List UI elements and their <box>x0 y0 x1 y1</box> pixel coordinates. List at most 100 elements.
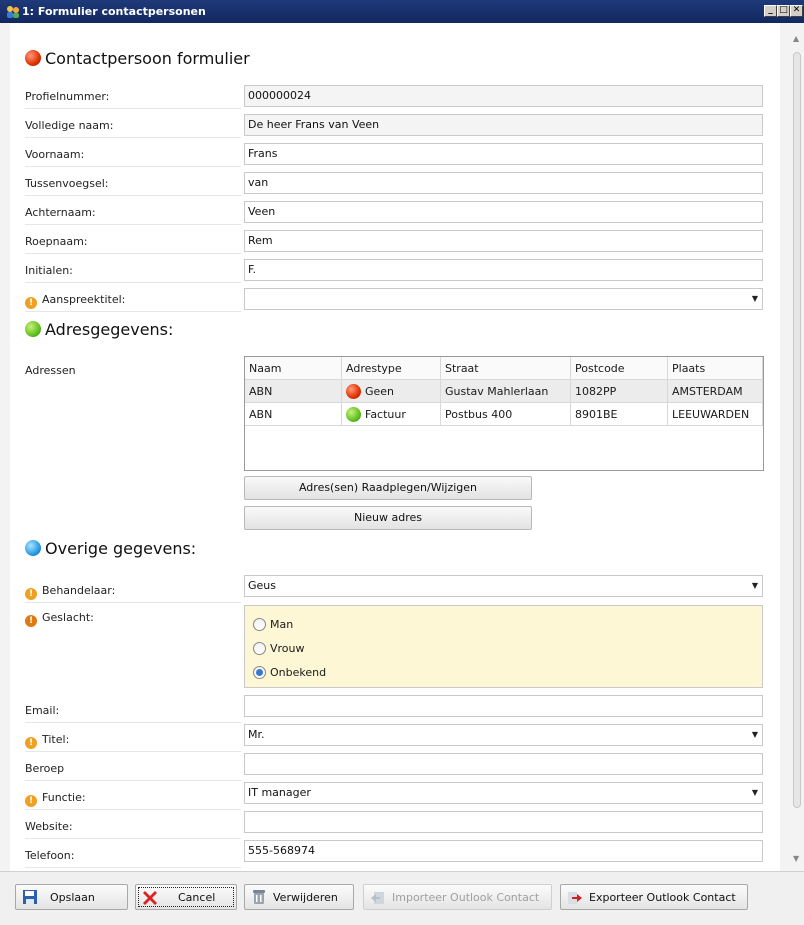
achternaam-input[interactable]: Veen <box>244 201 763 223</box>
maximize-button[interactable]: □ <box>777 5 790 17</box>
roepnaam-input[interactable]: Rem <box>244 230 763 252</box>
radio-button[interactable] <box>253 641 266 655</box>
red-x-icon <box>143 891 157 905</box>
chevron-down-icon[interactable]: ▼ <box>752 783 758 803</box>
radio-button-selected[interactable] <box>253 665 266 679</box>
column-header[interactable]: Straat <box>440 357 571 380</box>
green-status-icon <box>346 406 361 422</box>
export-outlook-label: Exporteer Outlook Contact <box>589 890 736 904</box>
table-cell: Geen <box>341 379 441 403</box>
warning-icon: ! <box>25 795 37 807</box>
behandelaar-select[interactable]: Geus ▼ <box>244 575 763 597</box>
table-row[interactable]: ABN Factuur Postbus 400 8901BE LEEUWARDE… <box>245 402 763 426</box>
titel-value: Mr. <box>248 728 265 741</box>
voornaam-input[interactable]: Frans <box>244 143 763 165</box>
label-geslacht-text: Geslacht: <box>42 611 94 624</box>
trash-bin-icon <box>253 890 265 904</box>
telefoon-input[interactable]: 555-568974 <box>244 840 763 862</box>
delete-button[interactable]: Verwijderen <box>244 884 354 910</box>
warning-icon: ! <box>25 297 37 309</box>
warning-icon: ! <box>25 588 37 600</box>
label-website: Website: <box>25 816 241 839</box>
adrestype-text: Factuur <box>365 407 406 421</box>
radio-label: Vrouw <box>270 641 305 655</box>
close-button[interactable]: ✕ <box>790 5 803 17</box>
label-volledige-naam: Volledige naam: <box>25 115 241 138</box>
label-aanspreektitel-text: Aanspreektitel: <box>42 293 126 306</box>
radio-option-man[interactable]: Man <box>253 616 293 632</box>
export-outlook-button[interactable]: Exporteer Outlook Contact <box>560 884 748 910</box>
section-address-title: Adresgegevens: <box>45 319 174 339</box>
column-header[interactable]: Adrestype <box>341 357 441 380</box>
gender-radio-group: Man Vrouw Onbekend <box>244 605 763 688</box>
form-content: Contactpersoon formulier Profielnummer: … <box>10 23 780 871</box>
radio-label: Onbekend <box>270 665 327 679</box>
addresses-grid[interactable]: Naam Adrestype Straat Postcode Plaats AB… <box>244 356 764 471</box>
floppy-disk-icon <box>23 890 37 904</box>
email-input[interactable] <box>244 695 763 717</box>
label-behandelaar-text: Behandelaar: <box>42 584 116 597</box>
column-header[interactable]: Naam <box>245 357 342 380</box>
label-achternaam: Achternaam: <box>25 202 241 225</box>
table-row[interactable]: ABN Geen Gustav Mahlerlaan 1082PP AMSTER… <box>245 379 763 403</box>
save-button[interactable]: Opslaan <box>15 884 128 910</box>
titel-select[interactable]: Mr. ▼ <box>244 724 763 746</box>
table-cell: 1082PP <box>570 379 668 403</box>
radio-option-onbekend[interactable]: Onbekend <box>253 664 326 680</box>
section-other-title: Overige gegevens: <box>45 538 197 558</box>
label-beroep: Beroep <box>25 758 241 781</box>
chevron-down-icon[interactable]: ▼ <box>752 725 758 745</box>
section-other-header: Overige gegevens: <box>25 537 196 559</box>
footer-toolbar: Opslaan Cancel Verwijderen Importeer Out… <box>0 871 804 925</box>
view-addresses-button[interactable]: Adres(sen) Raadplegen/Wijzigen <box>244 476 532 500</box>
table-cell: 8901BE <box>570 402 668 426</box>
functie-select[interactable]: IT manager ▼ <box>244 782 763 804</box>
label-functie-text: Functie: <box>42 791 86 804</box>
beroep-input[interactable] <box>244 753 763 775</box>
chevron-down-icon[interactable]: ▼ <box>752 289 758 309</box>
table-cell: ABN <box>245 402 342 426</box>
profielnummer-field[interactable]: 000000024 <box>244 85 763 107</box>
volledige-naam-field[interactable]: De heer Frans van Veen <box>244 114 763 136</box>
import-outlook-label: Importeer Outlook Contact <box>392 890 540 904</box>
chevron-down-icon[interactable]: ▼ <box>752 576 758 596</box>
label-voornaam: Voornaam: <box>25 144 241 167</box>
minimize-button[interactable]: _ <box>764 5 777 17</box>
website-input[interactable] <box>244 811 763 833</box>
save-button-label: Opslaan <box>50 890 95 904</box>
label-behandelaar: ! Behandelaar: <box>25 580 241 603</box>
radio-option-vrouw[interactable]: Vrouw <box>253 640 305 656</box>
window-title: 1: Formulier contactpersonen <box>22 5 206 18</box>
column-header[interactable]: Postcode <box>570 357 668 380</box>
label-email: Email: <box>25 700 241 723</box>
adrestype-text: Geen <box>365 384 395 398</box>
tussenvoegsel-input[interactable]: van <box>244 172 763 194</box>
warning-icon: ! <box>25 615 37 627</box>
delete-button-label: Verwijderen <box>273 890 338 904</box>
table-cell: Postbus 400 <box>440 402 571 426</box>
label-adressen: Adressen <box>25 364 76 377</box>
import-outlook-button[interactable]: Importeer Outlook Contact <box>363 884 552 910</box>
section-contact-title: Contactpersoon formulier <box>45 48 250 68</box>
label-aanspreektitel: ! Aanspreektitel: <box>25 289 241 312</box>
scrollbar-thumb[interactable] <box>793 52 801 808</box>
functie-value: IT manager <box>248 786 311 799</box>
label-telefoon: Telefoon: <box>25 845 241 868</box>
column-header[interactable]: Plaats <box>667 357 763 380</box>
export-arrow-icon <box>568 892 582 904</box>
label-profielnummer: Profielnummer: <box>25 86 241 109</box>
label-tussenvoegsel: Tussenvoegsel: <box>25 173 241 196</box>
scroll-up-icon[interactable]: ▲ <box>793 34 799 43</box>
vertical-scrollbar[interactable]: ▲ ▼ <box>790 30 804 868</box>
section-contact-header: Contactpersoon formulier <box>25 47 250 69</box>
radio-button[interactable] <box>253 617 266 631</box>
table-cell: Factuur <box>341 402 441 426</box>
initialen-input[interactable]: F. <box>244 259 763 281</box>
scroll-down-icon[interactable]: ▼ <box>793 854 799 863</box>
label-initialen: Initialen: <box>25 260 241 283</box>
cancel-button[interactable]: Cancel <box>135 884 237 910</box>
new-address-button[interactable]: Nieuw adres <box>244 506 532 530</box>
table-cell: ABN <box>245 379 342 403</box>
table-cell: Gustav Mahlerlaan <box>440 379 571 403</box>
aanspreektitel-select[interactable]: ▼ <box>244 288 763 310</box>
